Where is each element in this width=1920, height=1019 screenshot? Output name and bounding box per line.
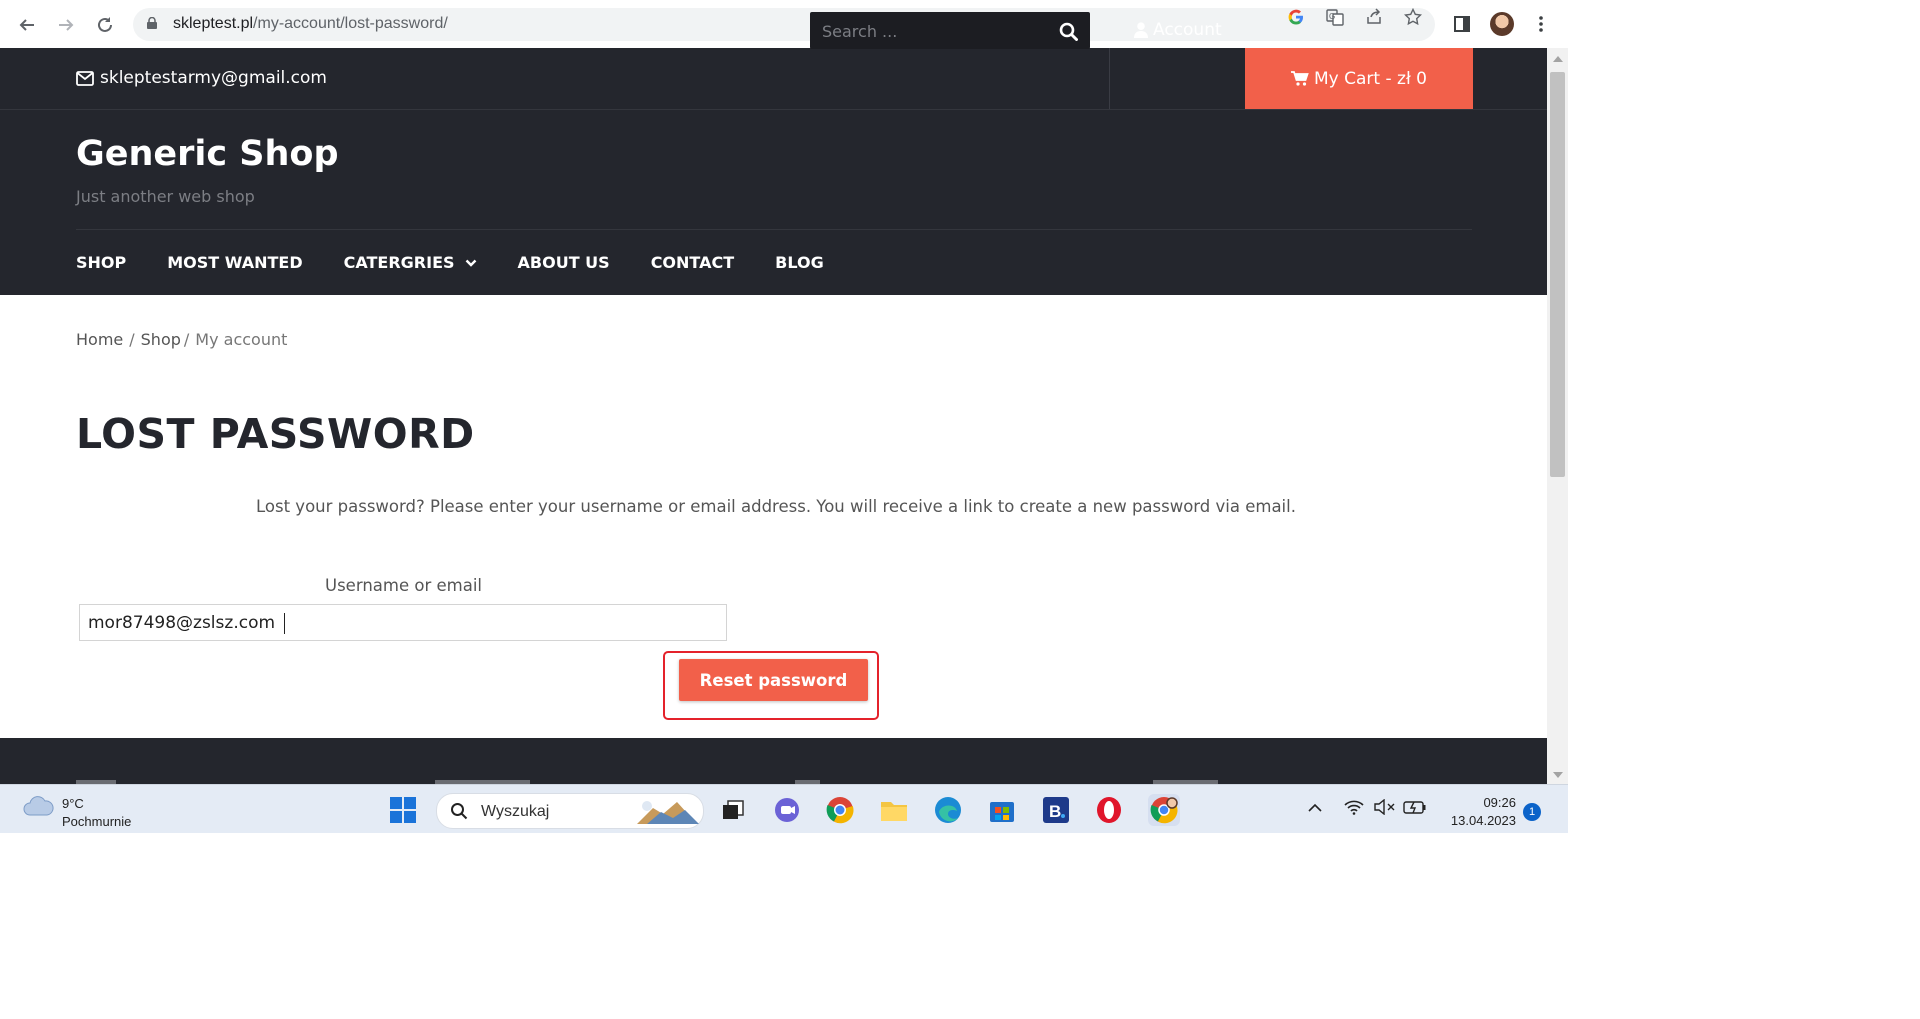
url-text: skleptest.pl/my-account/lost-password/ [173,15,448,32]
translate-icon[interactable]: G [1324,8,1346,26]
site-tagline: Just another web shop [76,187,255,206]
teams-chat-icon[interactable] [771,794,803,826]
page-title: LOST PASSWORD [76,410,475,458]
weather-widget[interactable]: 9°C Pochmurnie [22,795,131,831]
windows-start-icon[interactable] [387,794,419,826]
site-title[interactable]: Generic Shop [76,134,339,174]
topbar-divider [1109,48,1110,109]
svg-text:G: G [1329,12,1335,21]
share-icon[interactable] [1363,8,1385,26]
lock-icon [147,17,157,29]
forward-arrow-icon[interactable] [53,12,79,38]
search-highlight-image [637,801,699,824]
scrollbar-thumb[interactable] [1550,72,1565,477]
task-view-icon[interactable] [717,794,749,826]
site-header: Generic Shop Just another web shop SHOP … [0,110,1547,295]
svg-text:B: B [1049,802,1061,821]
menu-item-contact[interactable]: CONTACT [651,253,734,272]
username-email-input[interactable] [79,604,727,641]
wifi-icon[interactable] [1344,799,1364,819]
username-email-label: Username or email [325,576,482,595]
booking-app-icon[interactable]: B [1040,794,1072,826]
menu-item-blog[interactable]: BLOG [775,253,824,272]
tray-chevron-up-icon[interactable] [1307,799,1323,818]
account-label: Account [1153,20,1222,40]
weather-condition: Pochmurnie [62,814,132,829]
chevron-down-icon [465,259,476,267]
address-bar[interactable]: skleptest.pl/my-account/lost-password/ [133,8,1435,41]
chrome-profile-icon[interactable] [1148,794,1180,826]
menu-item-categories[interactable]: CATERGRIES [344,253,477,272]
reset-password-button[interactable]: Reset password [679,659,868,701]
back-arrow-icon[interactable] [14,12,40,38]
more-menu-icon[interactable] [1529,12,1553,36]
menu-item-shop[interactable]: SHOP [76,253,126,272]
menu-item-about-us[interactable]: ABOUT US [518,253,610,272]
search-input[interactable] [810,12,1054,51]
envelope-icon [76,70,94,86]
breadcrumb-shop[interactable]: Shop [141,330,181,349]
speaker-muted-icon[interactable] [1374,798,1396,819]
cart-icon [1291,71,1309,86]
header-divider [76,229,1472,230]
profile-avatar[interactable] [1490,12,1514,36]
side-panel-icon[interactable] [1450,12,1474,36]
reload-icon[interactable] [92,12,118,38]
contact-email[interactable]: skleptestarmy@gmail.com [76,68,327,88]
breadcrumb-separator: / [183,330,190,349]
search-icon[interactable] [1056,20,1080,42]
edge-icon[interactable] [932,794,964,826]
clock-date: 13.04.2023 [1450,813,1516,828]
breadcrumb-separator: / [129,330,135,349]
clock-time: 09:26 [1483,795,1516,810]
search-form [810,12,1090,51]
scroll-up-arrow-icon[interactable] [1553,56,1563,62]
page-scrollbar[interactable] [1547,48,1568,784]
cart-label: My Cart - zł 0 [1314,68,1427,89]
system-clock[interactable]: 09:26 13.04.2023 [1440,794,1516,830]
chrome-icon[interactable] [824,794,856,826]
file-explorer-icon[interactable] [878,794,910,826]
text-caret [284,613,285,634]
account-link[interactable]: Account [1134,20,1222,40]
breadcrumb: Home / Shop / My account [76,330,287,349]
scroll-down-arrow-icon[interactable] [1553,772,1563,778]
battery-icon[interactable] [1403,799,1427,819]
lost-password-instructions: Lost your password? Please enter your us… [256,497,1296,516]
main-menu: SHOP MOST WANTED CATERGRIES ABOUT US CON… [76,253,865,272]
google-icon[interactable] [1285,8,1307,26]
weather-temperature: 9°C [62,796,84,811]
menu-item-most-wanted[interactable]: MOST WANTED [167,253,302,272]
cart-button[interactable]: My Cart - zł 0 [1245,48,1473,109]
taskbar-search-label: Wyszukaj [481,803,550,820]
microsoft-store-icon[interactable] [986,794,1018,826]
opera-icon[interactable] [1093,794,1125,826]
windows-taskbar: 9°C Pochmurnie Wyszukaj B 09:26 13.04.20… [0,784,1568,833]
cloud-icon [23,796,54,816]
user-icon [1134,22,1148,38]
contact-email-text: skleptestarmy@gmail.com [100,68,327,88]
breadcrumb-home[interactable]: Home [76,330,123,349]
notification-badge[interactable]: 1 [1523,803,1541,821]
site-footer [0,738,1547,784]
bookmark-star-icon[interactable] [1402,8,1424,26]
browser-toolbar: skleptest.pl/my-account/lost-password/ G [0,0,1568,49]
breadcrumb-current: My account [195,330,288,349]
search-icon [451,803,468,820]
taskbar-search[interactable]: Wyszukaj [436,793,704,829]
